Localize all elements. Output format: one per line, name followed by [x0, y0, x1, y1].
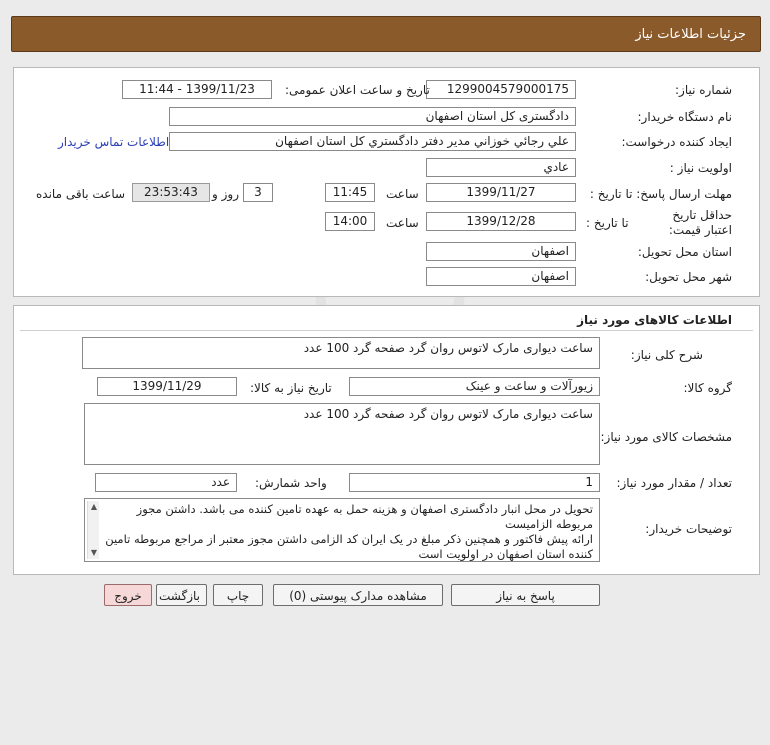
specs-label: مشخصات کالای مورد نیاز: [600, 430, 732, 444]
unit-field: عدد [95, 473, 237, 492]
price-validity-date-field: 1399/12/28 [426, 212, 576, 231]
summary-label: شرح کلی نیاز: [630, 348, 703, 362]
remaining-label: ساعت باقی مانده [36, 187, 126, 201]
province-field: اصفهان [426, 242, 576, 261]
price-validity-until-label: تا تاریخ : [586, 216, 629, 230]
buyer-org-label: نام دستگاه خریدار: [637, 110, 733, 124]
scroll-up-icon[interactable]: ▲ [88, 501, 100, 513]
deadline-label: مهلت ارسال پاسخ: تا تاریخ : [589, 187, 732, 201]
province-label: استان محل تحویل: [637, 245, 732, 259]
buyer-notes-line-1: تحویل در محل انبار دادگستری اصفهان و هزی… [136, 502, 593, 531]
days-label: روز و [212, 187, 239, 201]
quantity-label: تعداد / مقدار مورد نیاز: [616, 476, 732, 490]
print-button[interactable]: چاپ [213, 584, 263, 606]
view-attachments-button[interactable]: مشاهده مدارک پیوستی (0) [273, 584, 443, 606]
remaining-time-field: 23:53:43 [132, 183, 210, 202]
unit-label: واحد شمارش: [255, 476, 327, 490]
announce-label: تاریخ و ساعت اعلان عمومی: [285, 83, 430, 97]
need-date-field: 1399/11/29 [97, 377, 237, 396]
goods-group-field: زیورآلات و ساعت و عینک [349, 377, 600, 396]
buyer-notes-scrollbar[interactable]: ▲ ▼ [87, 501, 99, 559]
goods-section-divider [20, 330, 753, 331]
need-details-panel [13, 67, 760, 297]
buyer-notes-line-2: ارائه پیش فاکتور و همچنین ذکر مبلغ در یک… [105, 532, 593, 561]
back-button[interactable]: بازگشت [156, 584, 207, 606]
priority-label: اولویت نیاز : [669, 161, 732, 175]
deadline-time-label: ساعت [386, 187, 419, 201]
need-number-label: شماره نیاز: [675, 83, 732, 97]
goods-group-label: گروه کالا: [683, 381, 733, 395]
city-field: اصفهان [426, 267, 576, 286]
deadline-time-field: 11:45 [325, 183, 375, 202]
announce-datetime-field: 1399/11/23 - 11:44 [122, 80, 272, 99]
scroll-down-icon[interactable]: ▼ [88, 547, 100, 559]
city-label: شهر محل تحویل: [645, 270, 732, 284]
exit-button[interactable]: خروج [104, 584, 152, 606]
need-date-label: تاریخ نیاز به کالا: [250, 381, 332, 395]
goods-section-title: اطلاعات کالاهای مورد نیاز [577, 313, 732, 327]
specs-field: ساعت دیواری مارک لاتوس روان گرد صفحه گرد… [84, 403, 600, 465]
deadline-date-field: 1399/11/27 [426, 183, 576, 202]
creator-field: علي رجائي خوزاني مدير دفتر دادگستري كل ا… [169, 132, 576, 151]
priority-field: عادي [426, 158, 576, 177]
price-validity-label: حداقل تاریخ اعتبار قیمت: [668, 208, 732, 237]
reply-button[interactable]: پاسخ به نیاز [451, 584, 600, 606]
quantity-field: 1 [349, 473, 600, 492]
page-title-bar: جزئیات اطلاعات نیاز [11, 16, 761, 52]
buyer-notes-label: توضیحات خریدار: [645, 522, 732, 536]
buyer-contact-link[interactable]: اطلاعات تماس خریدار [58, 135, 169, 149]
days-remaining-field: 3 [243, 183, 273, 202]
page-title: جزئیات اطلاعات نیاز [635, 27, 746, 42]
buyer-org-field: دادگستری کل استان اصفهان [169, 107, 576, 126]
creator-label: ایجاد کننده درخواست: [621, 135, 732, 149]
buyer-notes-box[interactable]: ▲ ▼ تحویل در محل انبار دادگستری اصفهان و… [84, 498, 600, 562]
summary-field: ساعت دیواری مارک لاتوس روان گرد صفحه گرد… [82, 337, 600, 369]
price-validity-time-field: 14:00 [325, 212, 375, 231]
price-validity-time-label: ساعت [386, 216, 419, 230]
need-number-field: 1299004579000175 [426, 80, 576, 99]
